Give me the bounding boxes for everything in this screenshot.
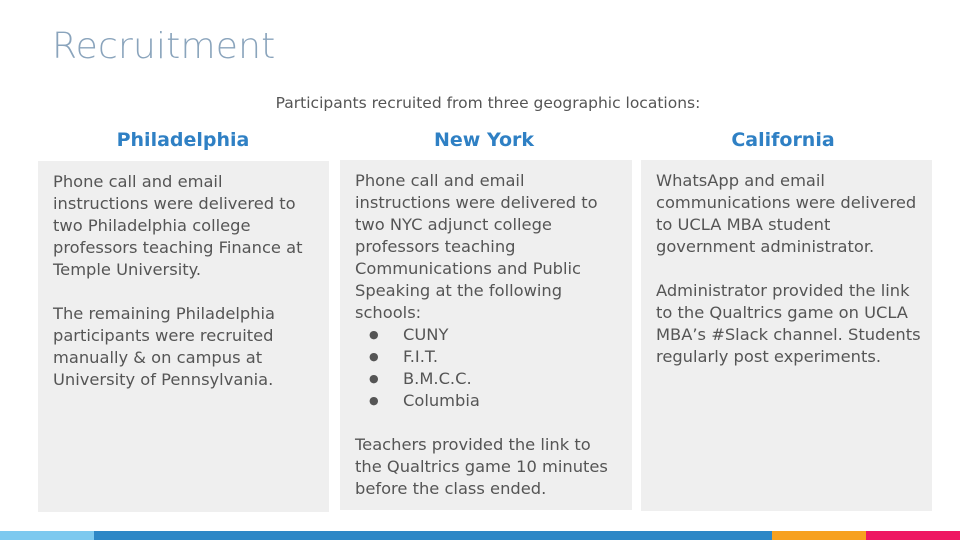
bottom-color-bar	[0, 531, 960, 540]
philadelphia-paragraph-1: Phone call and email instructions were d…	[53, 172, 303, 279]
bar-segment-blue	[94, 531, 772, 540]
bullet-icon: ●	[369, 372, 379, 385]
list-item: ● B.M.C.C.	[369, 369, 472, 388]
slide-title: Recruitment	[52, 26, 276, 67]
list-item: ● F.I.T.	[369, 347, 439, 366]
bar-segment-pink	[866, 531, 960, 540]
school-list: ● CUNY ● F.I.T. ● B.M.C.C. ● Columbia	[355, 324, 622, 412]
bullet-icon: ●	[369, 350, 379, 363]
card-california: WhatsApp and email communications were d…	[641, 160, 932, 511]
list-item: ● CUNY	[369, 325, 449, 344]
new-york-intro: Phone call and email instructions were d…	[355, 171, 598, 322]
bullet-icon: ●	[369, 394, 379, 407]
california-paragraph-2: Administrator provided the link to the Q…	[656, 281, 921, 366]
slide-subtitle: Participants recruited from three geogra…	[275, 94, 701, 112]
card-philadelphia: Phone call and email instructions were d…	[38, 161, 329, 512]
list-item: ● Columbia	[369, 391, 480, 410]
heading-california: California	[731, 129, 835, 151]
philadelphia-paragraph-2: The remaining Philadelphia participants …	[53, 304, 276, 389]
card-new-york: Phone call and email instructions were d…	[340, 160, 632, 510]
bar-segment-orange	[772, 531, 866, 540]
california-paragraph-1: WhatsApp and email communications were d…	[656, 171, 917, 256]
heading-philadelphia: Philadelphia	[116, 129, 250, 151]
bar-segment-light-blue	[0, 531, 94, 540]
heading-new-york: New York	[433, 129, 535, 151]
bullet-icon: ●	[369, 328, 379, 341]
new-york-closing: Teachers provided the link to the Qualtr…	[355, 435, 608, 498]
